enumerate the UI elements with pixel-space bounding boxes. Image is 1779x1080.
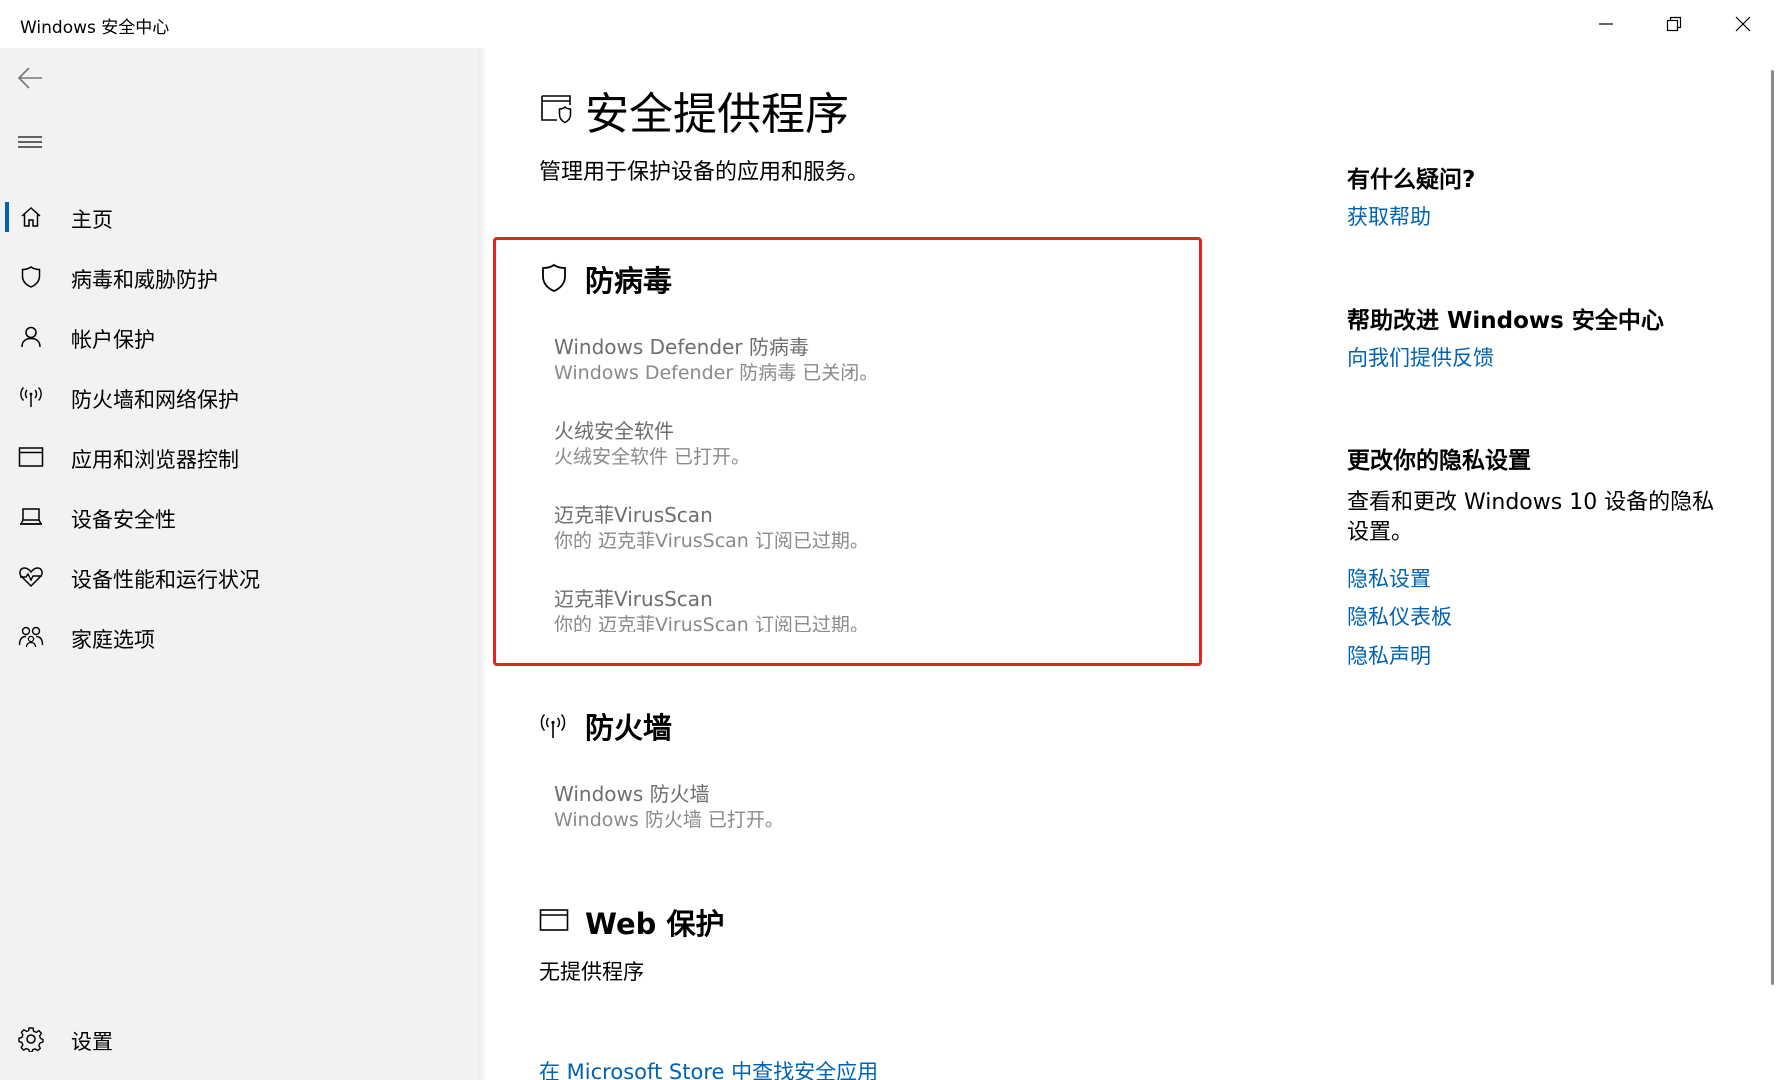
app-window-icon xyxy=(539,905,569,935)
sidebar: 主页 病毒和威胁防护 帐户保护 防火墙和网络保护 应用和浏览器控制 设备安全性 … xyxy=(0,48,479,1080)
sidebar-item-label: 主页 xyxy=(71,208,113,232)
settings-label: 设置 xyxy=(71,1030,113,1054)
security-center-window: Windows 安全中心 主页 病毒和威胁防护 帐户保护 防火墙和网络保护 应用… xyxy=(0,0,1779,1080)
security-providers-icon xyxy=(539,92,573,126)
page-subtitle: 管理用于保护设备的应用和服务。 xyxy=(539,160,870,185)
sidebar-item-account-protection[interactable]: 帐户保护 xyxy=(0,308,479,364)
app-window-icon xyxy=(18,444,44,470)
provider-clip: Windows 防火墙 Windows 防火墙 已打开。 xyxy=(554,781,1154,829)
sidebar-item-settings[interactable]: 设置 xyxy=(0,1010,479,1066)
person-icon xyxy=(18,324,44,350)
window-title: Windows 安全中心 xyxy=(20,18,170,38)
no-provider-text: 无提供程序 xyxy=(539,960,644,984)
web-section-title: Web 保护 xyxy=(585,907,725,941)
privacy-settings-link[interactable]: 隐私设置 xyxy=(1347,563,1431,593)
privacy-description: 查看和更改 Windows 10 设备的隐私设置。 xyxy=(1347,490,1715,545)
heart-pulse-icon xyxy=(18,564,44,590)
highlight-box xyxy=(493,237,1202,666)
back-arrow-icon xyxy=(17,67,42,89)
laptop-icon xyxy=(18,504,44,530)
restore-icon xyxy=(1666,16,1682,32)
wireless-icon xyxy=(18,384,44,410)
privacy-statement-link[interactable]: 隐私声明 xyxy=(1347,640,1431,670)
family-icon xyxy=(18,624,44,650)
get-help-link[interactable]: 获取帮助 xyxy=(1347,201,1431,231)
provider-name: Windows 防火墙 xyxy=(554,782,710,806)
question-heading: 有什么疑问? xyxy=(1347,167,1476,193)
feedback-link[interactable]: 向我们提供反馈 xyxy=(1347,342,1494,372)
sidebar-item-device-security[interactable]: 设备安全性 xyxy=(0,488,479,544)
minimize-icon xyxy=(1599,23,1613,25)
restore-button[interactable] xyxy=(1640,0,1708,48)
improve-heading: 帮助改进 Windows 安全中心 xyxy=(1347,308,1664,334)
sidebar-item-label: 应用和浏览器控制 xyxy=(71,448,239,472)
sidebar-item-label: 设备性能和运行状况 xyxy=(71,568,260,592)
close-button[interactable] xyxy=(1709,0,1777,48)
sidebar-item-home[interactable]: 主页 xyxy=(0,188,479,244)
sidebar-item-label: 帐户保护 xyxy=(71,328,155,352)
sidebar-item-label: 防火墙和网络保护 xyxy=(71,388,239,412)
sidebar-item-app-browser-control[interactable]: 应用和浏览器控制 xyxy=(0,428,479,484)
sidebar-item-family-options[interactable]: 家庭选项 xyxy=(0,608,479,664)
sidebar-item-device-performance[interactable]: 设备性能和运行状况 xyxy=(0,548,479,604)
shield-icon xyxy=(18,264,44,290)
sidebar-item-label: 病毒和威胁防护 xyxy=(71,268,218,292)
title-bar: Windows 安全中心 xyxy=(0,0,1779,48)
provider-status: Windows 防火墙 已打开。 xyxy=(554,809,784,829)
close-icon xyxy=(1735,16,1751,32)
provider-item[interactable]: Windows 防火墙 Windows 防火墙 已打开。 xyxy=(554,781,784,829)
minimize-button[interactable] xyxy=(1572,0,1640,48)
hamburger-menu-button[interactable] xyxy=(12,124,48,160)
privacy-heading: 更改你的隐私设置 xyxy=(1347,448,1531,474)
privacy-dashboard-link[interactable]: 隐私仪表板 xyxy=(1347,601,1452,631)
sidebar-shadow xyxy=(479,48,487,1080)
gear-icon xyxy=(18,1026,44,1052)
wireless-icon xyxy=(538,711,568,741)
microsoft-store-link[interactable]: 在 Microsoft Store 中查找安全应用 xyxy=(539,1056,878,1080)
scrollbar[interactable] xyxy=(1771,70,1774,985)
page-title: 安全提供程序 xyxy=(585,89,849,140)
sidebar-item-label: 家庭选项 xyxy=(71,628,155,652)
firewall-section-title: 防火墙 xyxy=(585,711,673,745)
sidebar-item-label: 设备安全性 xyxy=(71,508,176,532)
sidebar-item-virus-protection[interactable]: 病毒和威胁防护 xyxy=(0,248,479,304)
home-icon xyxy=(18,204,44,230)
sidebar-item-firewall[interactable]: 防火墙和网络保护 xyxy=(0,368,479,424)
hamburger-icon xyxy=(18,136,42,148)
back-button[interactable] xyxy=(12,60,48,96)
